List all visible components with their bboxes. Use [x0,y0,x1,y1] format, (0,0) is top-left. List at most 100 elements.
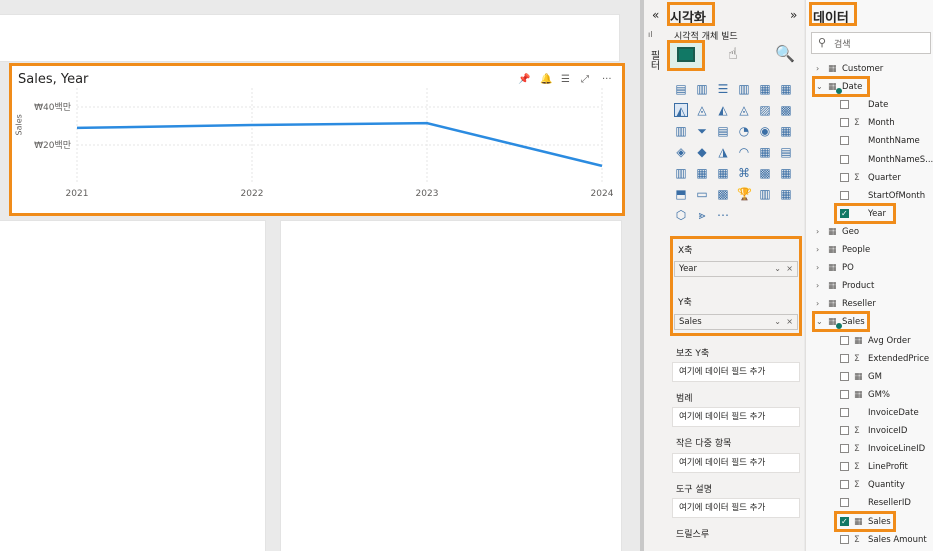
visual-highlight-box [9,63,625,216]
bar-100-chart-icon[interactable]: ▦ [758,82,772,96]
field-checkbox[interactable] [840,154,849,164]
tooltips-drop[interactable]: 여기에 데이터 필드 추가 [672,498,800,518]
donut-chart-icon[interactable]: ◉ [758,124,772,138]
table-people[interactable]: › ▦ People [806,241,933,259]
azure-map-icon[interactable]: ◮ [716,145,730,159]
field-checkbox[interactable] [840,480,849,490]
table-icon[interactable]: ▦ [716,166,730,180]
stacked-bar-chart-icon[interactable]: ▤ [674,82,688,96]
secondary-y-axis-drop[interactable]: 여기에 데이터 필드 추가 [672,362,800,382]
expand-pane-icon[interactable]: » [790,8,797,22]
search-input[interactable]: 검색 [834,37,851,50]
table-product[interactable]: › ▦ Product [806,277,933,295]
ellipsis-icon[interactable]: ⋯ [716,208,730,222]
stacked-column-chart-icon[interactable]: ▥ [695,82,709,96]
field-checkbox[interactable] [840,172,849,182]
field-checkbox[interactable] [840,426,849,435]
waterfall-chart-icon[interactable]: ▥ [674,124,688,138]
chevron-right-icon[interactable]: › [816,241,819,259]
r-visual-icon[interactable]: ▩ [758,166,772,180]
field-monthname[interactable]: MonthName [806,132,933,150]
field-invoiceid[interactable]: Σ InvoiceID [806,422,933,440]
field-checkbox[interactable] [840,407,849,417]
field-checkbox[interactable] [840,118,849,128]
column-100-chart-icon[interactable]: ▦ [779,82,793,96]
field-monthnames-[interactable]: MonthNameS... [806,151,933,169]
treemap-icon[interactable]: ▦ [779,124,793,138]
field-checkbox[interactable] [840,498,849,508]
clustered-column-chart-icon[interactable]: ▥ [737,82,751,96]
line-column-chart-icon[interactable]: ◬ [737,103,751,117]
ribbon-chart-icon[interactable]: ▩ [779,103,793,117]
line-chart-icon[interactable]: ◭ [674,103,688,118]
drillthrough-label: 드릴스루 [676,530,710,540]
field-checkbox[interactable] [840,335,849,345]
map-icon[interactable]: ◈ [674,145,688,159]
sigma-icon: Σ [854,444,860,455]
field-lineprofit[interactable]: Σ LineProfit [806,458,933,476]
field-date[interactable]: Date [806,96,933,114]
filters-side-tab[interactable]: 필터 [648,50,661,70]
multi-row-card-icon[interactable]: ▤ [779,145,793,159]
decomposition-tree-icon[interactable]: ▭ [695,187,709,201]
sigma-icon: Σ [854,118,860,129]
field-invoicelineid[interactable]: Σ InvoiceLineID [806,440,933,458]
field-checkbox[interactable] [840,371,849,381]
scatter-chart-icon[interactable]: ▤ [716,124,730,138]
key-influencers-icon[interactable]: ⬒ [674,187,688,201]
line-clustered-column-icon[interactable]: ▨ [758,103,772,117]
matrix-icon[interactable]: ⌘ [737,166,751,180]
table-geo[interactable]: › ▦ Geo [806,223,933,241]
table-po[interactable]: › ▦ PO [806,259,933,277]
field-checkbox[interactable] [840,534,849,544]
funnel-chart-icon[interactable]: ⏷ [695,124,709,138]
python-visual-icon[interactable]: ▦ [779,166,793,180]
power-apps-icon[interactable]: ▦ [779,187,793,201]
narrative-icon[interactable]: 🏆 [737,187,752,201]
field-gm[interactable]: ▦ GM [806,368,933,386]
small-multiples-drop[interactable]: 여기에 데이터 필드 추가 [672,453,800,473]
field-highlight-box [812,76,870,98]
gauge-icon[interactable]: ◠ [737,145,751,159]
field-name: MonthName [868,136,920,147]
field-checkbox[interactable] [840,444,849,454]
field-gm-[interactable]: ▦ GM% [806,386,933,404]
field-checkbox[interactable] [840,190,849,200]
field-extendedprice[interactable]: Σ ExtendedPrice [806,350,933,368]
search-box[interactable]: ⚲ 검색 [811,32,931,54]
table-icon: ▦ [828,263,837,274]
legend-drop[interactable]: 여기에 데이터 필드 추가 [672,407,800,427]
chevron-right-icon[interactable]: › [816,223,819,241]
clustered-bar-chart-icon[interactable]: ☰ [716,82,730,96]
slicer-icon[interactable]: ▦ [695,166,709,180]
kpi-icon[interactable]: ▥ [674,166,688,180]
search-icon: ⚲ [818,36,827,49]
format-visual-icon[interactable]: ☝ [728,44,738,63]
pie-chart-icon[interactable]: ◔ [737,124,751,138]
power-automate-icon[interactable]: ⬡ [674,208,688,222]
field-checkbox[interactable] [840,462,849,472]
chevron-right-icon[interactable]: › [816,259,819,277]
field-quantity[interactable]: Σ Quantity [806,476,933,494]
sigma-icon: Σ [854,480,860,491]
field-avg-order[interactable]: ▦ Avg Order [806,332,933,350]
stacked-area-chart-icon[interactable]: ◭ [716,103,730,117]
more-visuals-icon[interactable]: ⪢ [695,208,709,222]
field-sales-amount[interactable]: Σ Sales Amount [806,531,933,549]
field-checkbox[interactable] [840,389,849,399]
area-chart-icon[interactable]: ◬ [695,103,709,117]
card-icon[interactable]: ▦ [758,145,772,159]
field-checkbox[interactable] [840,136,849,146]
calculator-icon: ▦ [854,335,863,346]
field-invoicedate[interactable]: InvoiceDate [806,404,933,422]
paginated-report-icon[interactable]: ▥ [758,187,772,201]
chevron-right-icon[interactable]: › [816,277,819,295]
field-checkbox[interactable] [840,100,849,110]
field-month[interactable]: Σ Month [806,114,933,132]
qa-icon[interactable]: ▩ [716,187,730,201]
field-checkbox[interactable] [840,353,849,363]
collapse-pane-icon[interactable]: « [652,8,659,22]
field-quarter[interactable]: Σ Quarter [806,169,933,187]
analytics-icon[interactable]: 🔍 [775,44,795,63]
filled-map-icon[interactable]: ◆ [695,145,709,159]
